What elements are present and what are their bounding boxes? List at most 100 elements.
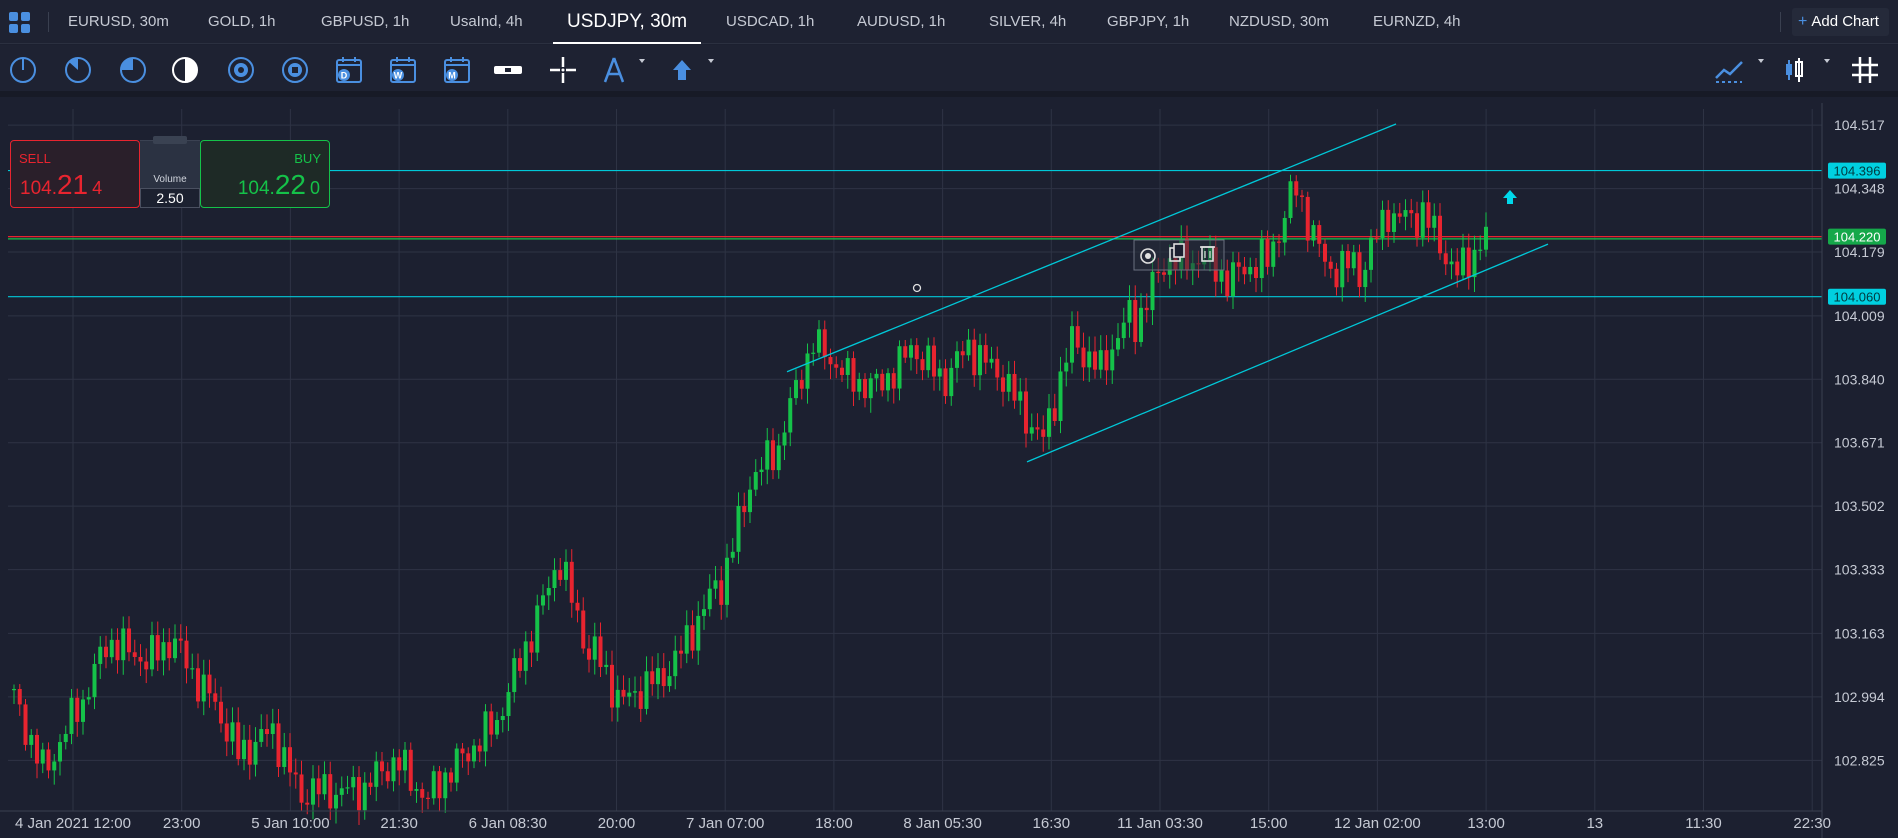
candle-down (983, 345, 988, 363)
candle-up (782, 432, 787, 446)
indicator-4h-icon[interactable] (279, 54, 311, 86)
candle-down (1133, 300, 1138, 343)
candle-down (196, 668, 200, 702)
arrow-up-icon[interactable] (666, 54, 698, 86)
candle-down (1104, 350, 1109, 371)
timeframe-1-icon[interactable] (7, 54, 39, 86)
candle-up (259, 729, 264, 742)
candle-down (437, 771, 442, 799)
candle-up (500, 715, 505, 721)
add-chart-button[interactable]: + Add Chart (1792, 8, 1889, 36)
candle-up (86, 697, 91, 700)
tab-nzdusd[interactable]: NZDUSD, 30m (1229, 0, 1329, 44)
candle-up (1420, 202, 1425, 238)
candle-down (1397, 213, 1402, 217)
drawing-tool-icon[interactable] (598, 54, 630, 86)
line-chart-icon[interactable] (1713, 54, 1745, 86)
candle-up (955, 351, 959, 368)
candle-down (1162, 272, 1166, 275)
candle-up (230, 722, 235, 742)
spread-icon[interactable] (492, 54, 524, 86)
candle-up (886, 373, 890, 391)
indicator-1h-icon[interactable] (225, 54, 257, 86)
time-tick-label: 11 Jan 03:30 (1117, 815, 1203, 832)
trendline-anchor-handle[interactable] (912, 283, 922, 293)
candle-up (1070, 326, 1074, 363)
tab-usdcad[interactable]: USDCAD, 1h (726, 0, 814, 44)
price-chart[interactable]: 104.517 104.348 104.179 104.009 103.840 103.6… (0, 103, 1898, 838)
crosshair-icon[interactable] (547, 54, 579, 86)
candle-down (771, 440, 775, 471)
time-tick-label: 15:00 (1250, 815, 1288, 832)
candle-down (828, 357, 833, 365)
apps-grid-icon[interactable] (9, 12, 31, 34)
candle-up (1018, 391, 1023, 401)
add-chart-label: Add Chart (1811, 13, 1879, 30)
time-tick-label: 5 Jan 10:00 (251, 815, 329, 832)
arrow-chevron-down-icon[interactable] (706, 45, 716, 77)
candle-down (460, 748, 465, 754)
time-tick-label: 12 Jan 02:00 (1334, 815, 1421, 832)
price-marker-value: 104.396 (1834, 164, 1881, 179)
candle-up (1432, 215, 1437, 228)
line-chart-chevron-down-icon[interactable] (1756, 45, 1766, 77)
candle-up (1363, 269, 1368, 288)
calendar-week-icon[interactable]: W (387, 54, 419, 86)
candle-up (81, 699, 85, 722)
candle-up (506, 692, 511, 716)
tab-eurnzd[interactable]: EURNZD, 4h (1373, 0, 1461, 44)
grid-icon[interactable] (1849, 54, 1881, 86)
tab-eurusd[interactable]: EURUSD, 30m (68, 0, 169, 44)
candle-down (995, 358, 1000, 378)
candle-down (943, 368, 948, 397)
timeframe-2-icon[interactable] (62, 54, 94, 86)
candle-down (23, 704, 28, 745)
candle-up (592, 636, 597, 660)
candle-up (173, 638, 177, 659)
candle-chart-chevron-down-icon[interactable] (1822, 45, 1832, 77)
drawing-tool-chevron-down-icon[interactable] (637, 45, 647, 77)
tab-gbpusd[interactable]: GBPUSD, 1h (321, 0, 409, 44)
buy-button[interactable]: BUY 104.22 0 (200, 140, 330, 208)
candle-down (581, 610, 586, 649)
tab-audusd[interactable]: AUDUSD, 1h (857, 0, 945, 44)
candle-down (1466, 247, 1471, 278)
drag-handle[interactable] (153, 136, 187, 144)
sell-price: 104.21 4 (20, 169, 102, 201)
candle-down (17, 688, 22, 705)
candle-up (1392, 213, 1396, 232)
tab-gbpjpy[interactable]: GBPJPY, 1h (1107, 0, 1189, 44)
candle-up (1116, 338, 1120, 350)
candle-up (776, 445, 781, 471)
candle-down (104, 646, 108, 658)
buy-price-pip: 0 (309, 178, 320, 198)
sell-button[interactable]: SELL 104.21 4 (10, 140, 140, 208)
chart-canvas[interactable]: 104.517 104.348 104.179 104.009 103.840 103.6… (0, 103, 1898, 838)
tab-usaind[interactable]: UsaInd, 4h (450, 0, 523, 44)
volume-input[interactable]: 2.50 (140, 188, 200, 208)
candle-up (535, 605, 540, 653)
contrast-icon[interactable] (169, 54, 201, 86)
candle-up (753, 472, 758, 490)
candle-down (1357, 252, 1362, 288)
candle-down (1265, 238, 1270, 267)
calendar-month-icon[interactable]: M (441, 54, 473, 86)
calendar-day-icon[interactable]: D (333, 54, 365, 86)
candle-down (799, 380, 804, 389)
candle-up (334, 794, 338, 809)
time-tick-label: 18:00 (815, 815, 853, 832)
timeframe-3-icon[interactable] (117, 54, 149, 86)
tab-usdjpy[interactable]: USDJPY, 30m (553, 0, 702, 44)
tab-gold[interactable]: GOLD, 1h (208, 0, 276, 44)
tab-silver[interactable]: SILVER, 4h (989, 0, 1066, 44)
candle-up (1288, 181, 1293, 218)
candle-down (891, 373, 896, 389)
candle-chart-icon[interactable] (1778, 54, 1810, 86)
candle-down (742, 506, 747, 513)
candle-up (443, 772, 448, 799)
candle-down (1426, 202, 1431, 228)
candle-up (707, 588, 712, 610)
time-tick-label: 13:00 (1467, 815, 1505, 832)
candle-up (1139, 307, 1143, 343)
candle-down (638, 691, 643, 709)
